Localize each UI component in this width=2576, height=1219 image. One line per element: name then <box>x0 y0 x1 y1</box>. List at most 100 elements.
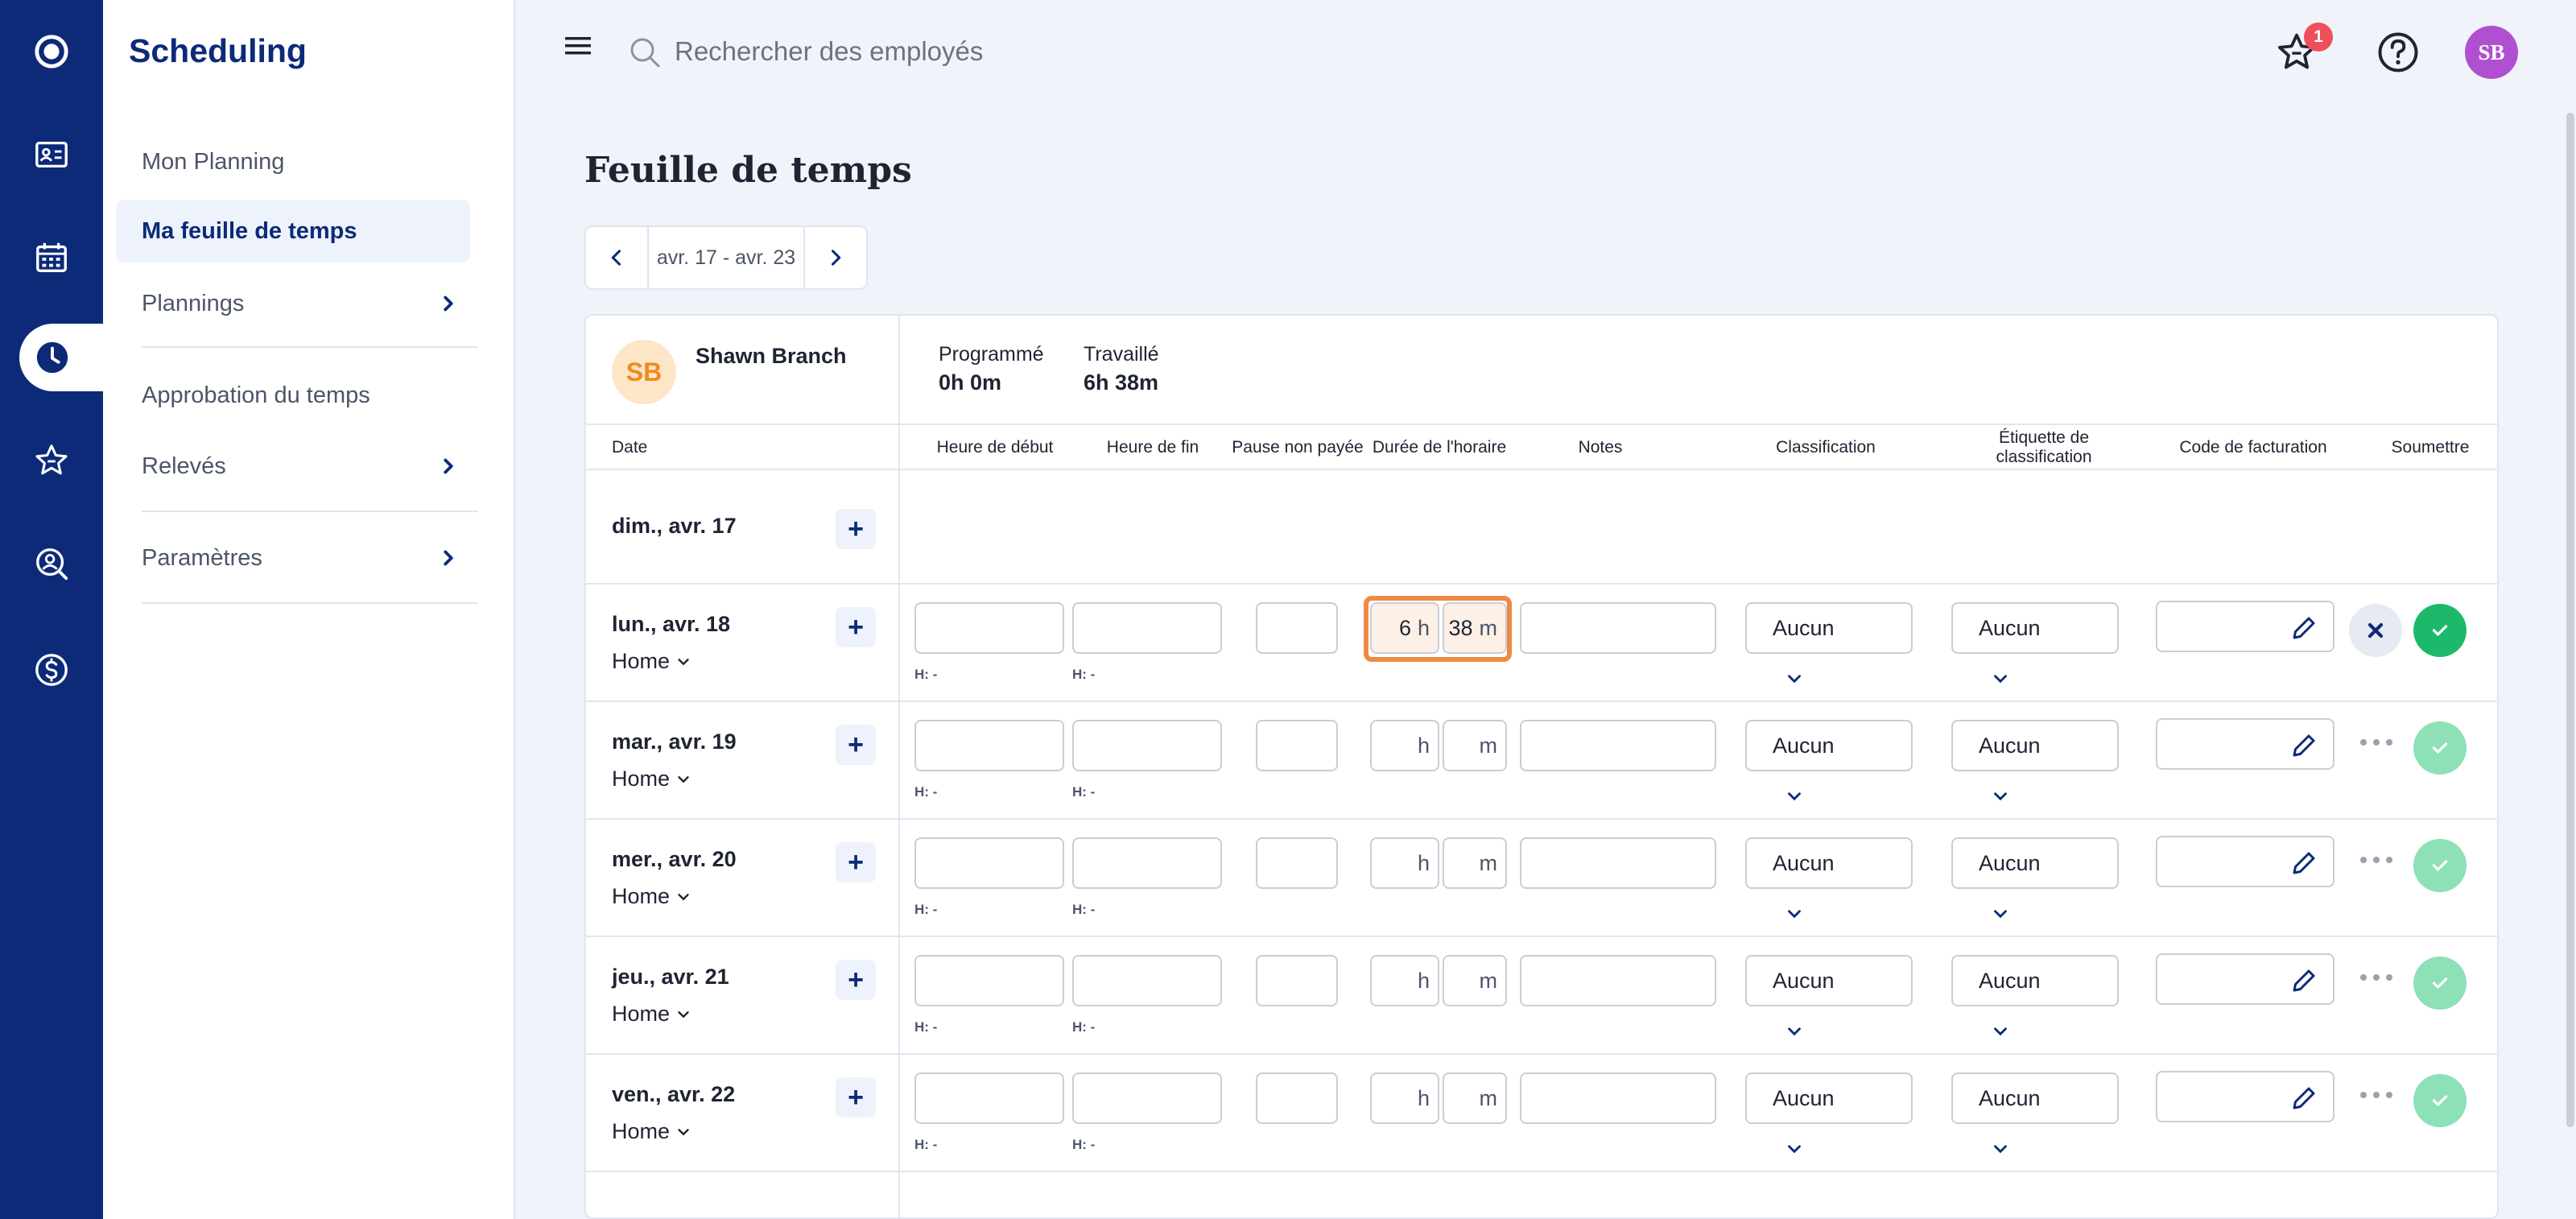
start-time-input[interactable] <box>914 720 1064 771</box>
submit-button[interactable] <box>2413 1074 2467 1127</box>
location-select[interactable]: Home <box>612 1002 692 1027</box>
add-shift-button[interactable]: + <box>836 842 876 882</box>
pencil-icon[interactable] <box>2289 849 2318 878</box>
duration-hours-input[interactable]: h <box>1370 955 1439 1006</box>
previous-week-button[interactable] <box>586 227 647 288</box>
classification-tag-select[interactable]: Aucun <box>1951 955 2119 1006</box>
classification-tag-select[interactable]: Aucun <box>1951 1072 2119 1124</box>
week-range[interactable]: avr. 17 - avr. 23 <box>647 227 805 288</box>
more-options-icon[interactable] <box>2360 734 2392 750</box>
hamburger-menu-icon[interactable] <box>564 34 592 58</box>
submit-button[interactable] <box>2413 604 2467 657</box>
classification-tag-select[interactable]: Aucun <box>1951 720 2119 771</box>
add-shift-button[interactable]: + <box>836 509 876 549</box>
billing-code-input[interactable] <box>2156 718 2334 770</box>
nav-reports[interactable]: Relevés <box>116 435 470 498</box>
nav-time-approval[interactable]: Approbation du temps <box>116 364 470 427</box>
chevron-down-icon[interactable] <box>1784 668 1805 689</box>
billing-code-input[interactable] <box>2156 601 2334 652</box>
unpaid-break-input[interactable] <box>1256 1072 1338 1124</box>
start-time-input[interactable] <box>914 1072 1064 1124</box>
more-options-icon[interactable] <box>2360 852 2392 868</box>
duration-hours-input[interactable]: h <box>1370 837 1439 889</box>
start-time-input[interactable] <box>914 955 1064 1006</box>
chevron-down-icon[interactable] <box>1990 1138 2011 1159</box>
end-time-input[interactable] <box>1072 837 1222 889</box>
location-select[interactable]: Home <box>612 1119 692 1144</box>
unpaid-break-input[interactable] <box>1256 602 1338 654</box>
pencil-icon[interactable] <box>2289 614 2318 643</box>
more-options-icon[interactable] <box>2360 969 2392 986</box>
location-select[interactable]: Home <box>612 649 692 674</box>
clock-icon[interactable] <box>19 324 105 391</box>
duration-hours-input[interactable]: h <box>1370 720 1439 771</box>
duration-hours-input[interactable]: h <box>1370 1072 1439 1124</box>
page-scrollbar[interactable] <box>2566 113 2574 1127</box>
unpaid-break-input[interactable] <box>1256 720 1338 771</box>
add-shift-button[interactable]: + <box>836 725 876 765</box>
classification-select[interactable]: Aucun <box>1745 955 1913 1006</box>
chevron-down-icon[interactable] <box>1784 1138 1805 1159</box>
help-icon[interactable] <box>2376 31 2420 74</box>
search-person-icon[interactable] <box>0 525 103 602</box>
notes-input[interactable] <box>1520 955 1716 1006</box>
search-employees-input[interactable] <box>675 29 1399 74</box>
notes-input[interactable] <box>1520 837 1716 889</box>
start-time-input[interactable] <box>914 837 1064 889</box>
location-select[interactable]: Home <box>612 884 692 909</box>
submit-button[interactable] <box>2413 839 2467 892</box>
reject-button[interactable] <box>2349 604 2402 657</box>
end-time-input[interactable] <box>1072 1072 1222 1124</box>
end-time-input[interactable] <box>1072 720 1222 771</box>
submit-button[interactable] <box>2413 721 2467 775</box>
add-shift-button[interactable]: + <box>836 1077 876 1118</box>
nav-settings[interactable]: Paramètres <box>116 527 470 589</box>
classification-select[interactable]: Aucun <box>1745 1072 1913 1124</box>
classification-select[interactable]: Aucun <box>1745 837 1913 889</box>
notes-input[interactable] <box>1520 720 1716 771</box>
end-time-input[interactable] <box>1072 955 1222 1006</box>
notes-input[interactable] <box>1520 602 1716 654</box>
nav-schedules[interactable]: Plannings <box>116 272 470 335</box>
classification-select[interactable]: Aucun <box>1745 602 1913 654</box>
chevron-down-icon[interactable] <box>1990 786 2011 807</box>
chevron-down-icon[interactable] <box>1990 903 2011 924</box>
classification-select[interactable]: Aucun <box>1745 720 1913 771</box>
add-shift-button[interactable]: + <box>836 607 876 647</box>
chevron-down-icon[interactable] <box>1990 668 2011 689</box>
location-select[interactable]: Home <box>612 767 692 791</box>
id-card-icon[interactable] <box>0 116 103 193</box>
pencil-icon[interactable] <box>2289 731 2318 760</box>
app-logo-icon[interactable] <box>0 13 103 90</box>
nav-my-schedule[interactable]: Mon Planning <box>116 130 470 193</box>
duration-minutes-input[interactable]: m <box>1443 1072 1507 1124</box>
submit-button[interactable] <box>2413 957 2467 1010</box>
calendar-icon[interactable] <box>0 219 103 296</box>
duration-hours-input[interactable]: 6h <box>1370 602 1439 654</box>
more-options-icon[interactable] <box>2360 1087 2392 1103</box>
chevron-down-icon[interactable] <box>1784 786 1805 807</box>
unpaid-break-input[interactable] <box>1256 955 1338 1006</box>
duration-minutes-input[interactable]: m <box>1443 837 1507 889</box>
pencil-icon[interactable] <box>2289 1084 2318 1113</box>
duration-minutes-input[interactable]: m <box>1443 955 1507 1006</box>
classification-tag-select[interactable]: Aucun <box>1951 837 2119 889</box>
add-shift-button[interactable]: + <box>836 960 876 1000</box>
notes-input[interactable] <box>1520 1072 1716 1124</box>
dollar-icon[interactable] <box>0 631 103 709</box>
pencil-icon[interactable] <box>2289 966 2318 995</box>
billing-code-input[interactable] <box>2156 953 2334 1005</box>
billing-code-input[interactable] <box>2156 1071 2334 1122</box>
chevron-down-icon[interactable] <box>1990 1021 2011 1042</box>
next-week-button[interactable] <box>805 227 866 288</box>
classification-tag-select[interactable]: Aucun <box>1951 602 2119 654</box>
user-avatar[interactable]: SB <box>2465 26 2518 79</box>
duration-minutes-input[interactable]: 38 m <box>1443 602 1507 654</box>
nav-my-timesheet[interactable]: Ma feuille de temps <box>116 200 470 262</box>
end-time-input[interactable] <box>1072 602 1222 654</box>
duration-minutes-input[interactable]: m <box>1443 720 1507 771</box>
billing-code-input[interactable] <box>2156 836 2334 887</box>
chevron-down-icon[interactable] <box>1784 1021 1805 1042</box>
unpaid-break-input[interactable] <box>1256 837 1338 889</box>
start-time-input[interactable] <box>914 602 1064 654</box>
